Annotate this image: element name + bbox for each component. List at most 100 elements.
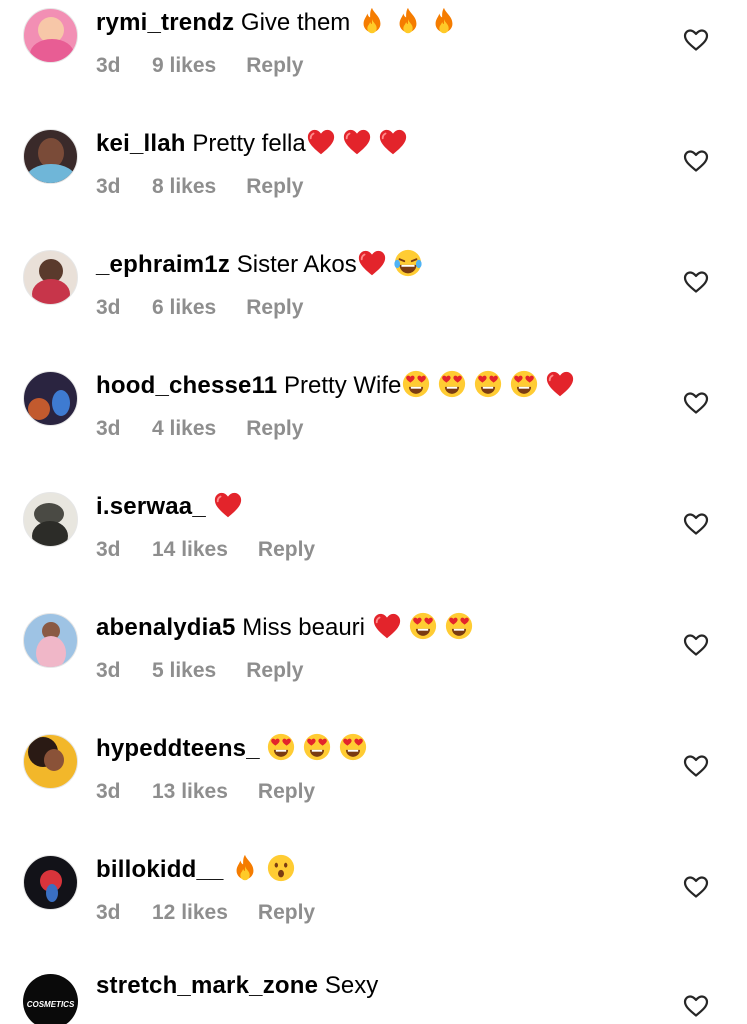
likes-count[interactable]: 5 likes [152,656,216,686]
comment-message: Sexy [324,972,379,999]
heart-eyes-icon [266,732,296,762]
comment-message: Sister Akos [236,251,357,278]
comment-meta: 3d 8 likes Reply [96,172,303,202]
heart-eyes-icon [408,611,438,641]
comment-text: abenalydia5 Miss beauri [96,610,480,646]
reply-button[interactable]: Reply [258,898,315,928]
comment-message: Miss beauri [242,614,365,641]
comment-item: billokidd__ 3d 12 likes Reply [0,852,747,973]
comment-meta: 3d 13 likes Reply [96,777,315,807]
avatar[interactable] [23,492,78,547]
reply-button[interactable]: Reply [246,51,303,81]
comment-meta: 3d 14 likes Reply [96,535,315,565]
heart-eyes-icon [302,732,332,762]
avatar[interactable] [23,734,78,789]
fire-icon [393,6,423,36]
reply-button[interactable]: Reply [258,535,315,565]
emoji-group [213,487,249,523]
red-heart-icon [213,490,243,520]
comment-item: hood_chesse11 Pretty Wife 3d 4 likes Reply [0,368,747,489]
like-heart-icon[interactable] [683,270,709,294]
like-heart-icon[interactable] [683,633,709,657]
avatar[interactable] [23,371,78,426]
comment-item: rymi_trendz Give them 3d 9 likes Reply [0,5,747,126]
username[interactable]: hypeddteens_ [96,735,260,762]
avatar[interactable] [23,855,78,910]
username[interactable]: i.serwaa_ [96,493,206,520]
emoji-group [357,245,429,281]
comment-item: i.serwaa_ 3d 14 likes Reply [0,489,747,610]
comment-text: _ephraim1z Sister Akos [96,247,429,283]
emoji-group [372,608,480,644]
comment-text: hood_chesse11 Pretty Wife [96,368,581,404]
avatar[interactable] [23,8,78,63]
comment-time: 3d [96,538,121,561]
comment-message: Pretty fella [192,130,306,157]
emoji-group [266,729,374,765]
comment-meta: 3d 4 likes Reply [96,414,303,444]
username[interactable]: abenalydia5 [96,614,236,641]
avatar[interactable]: COSMETICS [23,974,78,1024]
likes-count[interactable]: 8 likes [152,172,216,202]
heart-eyes-icon [444,611,474,641]
avatar[interactable] [23,129,78,184]
comment-text: billokidd__ [96,852,302,888]
username[interactable]: hood_chesse11 [96,372,277,399]
like-heart-icon[interactable] [683,512,709,536]
avatar[interactable] [23,613,78,668]
comment-item: COSMETICS stretch_mark_zone Sexy [0,968,747,1024]
red-heart-icon [306,127,336,157]
username[interactable]: billokidd__ [96,856,224,883]
like-heart-icon[interactable] [683,875,709,899]
username[interactable]: rymi_trendz [96,9,234,36]
comment-time: 3d [96,54,121,77]
comment-time: 3d [96,417,121,440]
reply-button[interactable]: Reply [246,656,303,686]
reply-button[interactable]: Reply [246,172,303,202]
heart-eyes-icon [338,732,368,762]
likes-count[interactable]: 4 likes [152,414,216,444]
likes-count[interactable]: 13 likes [152,777,228,807]
like-heart-icon[interactable] [683,391,709,415]
comment-meta: 3d 12 likes Reply [96,898,315,928]
comment-message: Give them [240,9,351,36]
emoji-group [230,850,302,886]
like-heart-icon[interactable] [683,994,709,1018]
comment-meta: 3d 9 likes Reply [96,51,303,81]
comment-item: _ephraim1z Sister Akos 3d 6 likes Reply [0,247,747,368]
surprised-icon [266,853,296,883]
likes-count[interactable]: 12 likes [152,898,228,928]
likes-count[interactable]: 14 likes [152,535,228,565]
like-heart-icon[interactable] [683,28,709,52]
fire-icon [357,6,387,36]
username[interactable]: _ephraim1z [96,251,230,278]
emoji-group [306,124,414,160]
avatar[interactable] [23,250,78,305]
comment-message: Pretty Wife [284,372,402,399]
comment-text: rymi_trendz Give them [96,5,465,41]
reply-button[interactable]: Reply [246,293,303,323]
username[interactable]: kei_llah [96,130,186,157]
emoji-group [357,3,465,39]
reply-button[interactable]: Reply [258,777,315,807]
red-heart-icon [357,248,387,278]
fire-icon [230,853,260,883]
heart-eyes-icon [401,369,431,399]
comment-time: 3d [96,296,121,319]
heart-eyes-icon [473,369,503,399]
username[interactable]: stretch_mark_zone [96,972,318,999]
like-heart-icon[interactable] [683,149,709,173]
comment-time: 3d [96,659,121,682]
comment-meta: 3d 5 likes Reply [96,656,303,686]
red-heart-icon [545,369,575,399]
likes-count[interactable]: 6 likes [152,293,216,323]
tears-of-joy-icon [393,248,423,278]
red-heart-icon [378,127,408,157]
red-heart-icon [342,127,372,157]
likes-count[interactable]: 9 likes [152,51,216,81]
red-heart-icon [372,611,402,641]
comment-item: hypeddteens_ 3d 13 likes Reply [0,731,747,852]
heart-eyes-icon [509,369,539,399]
reply-button[interactable]: Reply [246,414,303,444]
like-heart-icon[interactable] [683,754,709,778]
